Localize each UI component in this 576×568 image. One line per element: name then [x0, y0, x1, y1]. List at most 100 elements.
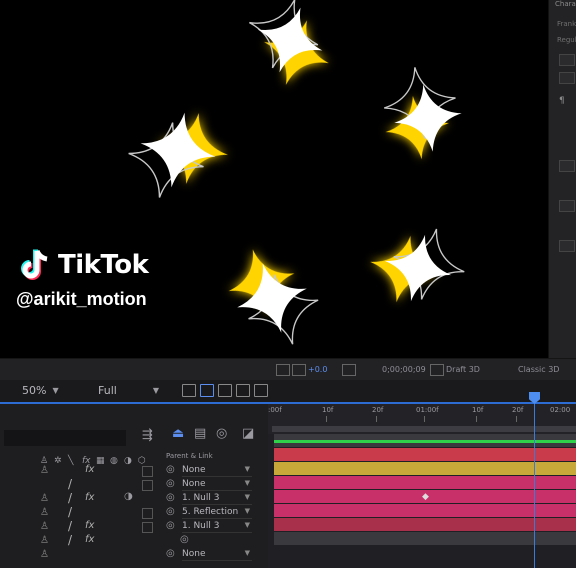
3d-layer-switch[interactable] — [142, 480, 153, 491]
shy-icon[interactable]: ♙ — [40, 507, 49, 518]
adjust-exposure-icon[interactable] — [292, 364, 306, 376]
font-family-field[interactable]: Frankl — [557, 20, 576, 28]
timeline-search-input[interactable] — [4, 430, 126, 446]
playhead-line — [534, 404, 535, 568]
time-ruler[interactable]: :00f 10f 20f 01:00f 10f 20f 02:00 — [268, 404, 576, 434]
exposure-value[interactable]: +0.0 — [308, 365, 327, 374]
flowchart-icon[interactable]: ⇶ — [142, 428, 153, 443]
pick-whip-icon[interactable]: ◎ — [180, 534, 189, 545]
fast-previews-icon[interactable] — [430, 364, 444, 376]
parent-dropdown[interactable]: None ▼ — [182, 465, 252, 477]
layer-row[interactable]: ♙ / ◎ 5. Reflection ▼ — [0, 505, 268, 520]
renderer-select[interactable]: Classic 3D — [518, 365, 559, 374]
layer-row[interactable]: ♙ / fx ◑ ◎ 1. Null 3 ▼ — [0, 491, 268, 506]
tiktok-handle: @arikit_motion — [16, 289, 147, 309]
pick-whip-icon[interactable]: ◎ — [166, 520, 175, 531]
current-timecode[interactable]: 0;00;00;09 — [382, 365, 426, 374]
magnification-dropdown[interactable]: 50% ▼ — [22, 382, 59, 398]
resolution-dropdown[interactable]: Full ▼ — [98, 382, 159, 398]
effects-switch[interactable]: fx — [85, 534, 94, 545]
keyframe-icon[interactable]: ◆ — [422, 492, 429, 502]
3d-layer-switch[interactable] — [142, 508, 153, 519]
work-area-bar[interactable] — [272, 426, 576, 432]
ruler-tick-label: 01:00f — [416, 406, 439, 414]
timeline-panel: ⇶ ⏏ ▤ ◎ ◪ ♙ ✲ ╲ fx ▦ ◍ ◑ ⬡ Parent & Link… — [0, 392, 576, 568]
sparkle-star-2 — [121, 105, 235, 205]
parent-value: None — [182, 465, 206, 475]
grid-guides-icon[interactable] — [236, 384, 250, 397]
draft-3d-toggle[interactable]: Draft 3D — [446, 365, 480, 374]
layer-bar[interactable] — [274, 504, 576, 517]
quality-switch[interactable]: / — [68, 519, 72, 533]
effects-switch[interactable]: fx — [85, 492, 94, 503]
quality-switch[interactable]: / — [68, 491, 72, 505]
composition-viewer[interactable]: TikTok @arikit_motion — [0, 0, 548, 358]
chevron-down-icon: ▼ — [52, 385, 59, 395]
snapshot-camera-icon[interactable] — [342, 364, 356, 376]
chevron-down-icon: ▼ — [244, 465, 250, 473]
leading-box[interactable] — [559, 72, 575, 84]
3d-layer-switch[interactable] — [142, 466, 153, 477]
layer-row[interactable]: ♙ fx ◎ None ▼ — [0, 464, 268, 478]
pick-whip-icon[interactable]: ◎ — [166, 548, 175, 559]
3d-layer-switch[interactable] — [142, 522, 153, 533]
layer-row[interactable]: ♙ / fx ◎ 1. Null 3 ▼ — [0, 519, 268, 534]
timeline-tracks[interactable]: :00f 10f 20f 01:00f 10f 20f 02:00 ◆ — [268, 392, 576, 568]
motion-blur-icon[interactable]: ◎ — [216, 426, 227, 441]
font-style-field[interactable]: Regular — [557, 36, 576, 44]
chevron-down-icon: ▼ — [152, 385, 159, 395]
color-wheel-icon[interactable] — [276, 364, 290, 376]
parent-dropdown[interactable]: None ▼ — [182, 479, 252, 491]
parent-value: 5. Reflection — [182, 507, 239, 517]
layer-row[interactable]: ♙ / fx ◎ — [0, 533, 268, 548]
scale-box[interactable] — [559, 240, 575, 252]
shy-icon[interactable]: ♙ — [40, 493, 49, 504]
layer-bar[interactable] — [274, 462, 576, 475]
region-of-interest-icon[interactable] — [182, 384, 196, 397]
layer-bar[interactable] — [274, 518, 576, 531]
pick-whip-icon[interactable]: ◎ — [166, 492, 175, 503]
shy-icon[interactable]: ♙ — [40, 549, 49, 560]
effects-switch[interactable]: fx — [85, 464, 94, 475]
viewer-footer-bar: +0.0 0;00;00;09 Draft 3D Classic 3D — [0, 358, 576, 381]
pick-whip-icon[interactable]: ◎ — [166, 506, 175, 517]
pick-whip-icon[interactable]: ◎ — [166, 464, 175, 475]
mask-visibility-icon[interactable] — [218, 384, 232, 397]
chevron-down-icon: ▼ — [244, 507, 250, 515]
sparkle-star-1 — [237, 0, 340, 96]
paragraph-icon[interactable]: ¶ — [559, 96, 565, 106]
channel-icon[interactable] — [254, 384, 268, 397]
quality-switch[interactable]: / — [68, 505, 72, 519]
parent-dropdown[interactable]: 1. Null 3 ▼ — [182, 493, 252, 505]
layer-bar[interactable] — [274, 532, 576, 545]
kerning-box[interactable] — [559, 200, 575, 212]
quality-switch[interactable]: / — [68, 533, 72, 547]
ruler-tick — [376, 416, 377, 422]
quality-switch[interactable]: / — [68, 477, 72, 491]
graph-editor-icon[interactable]: ◪ — [242, 426, 254, 441]
composition-canvas[interactable]: TikTok @arikit_motion — [0, 0, 548, 358]
shy-icon[interactable]: ♙ — [40, 521, 49, 532]
parent-value: None — [182, 549, 206, 559]
frame-blending-icon[interactable]: ▤ — [194, 426, 206, 441]
ruler-tick-label: 10f — [472, 406, 484, 414]
transparency-grid-icon[interactable] — [200, 384, 214, 397]
parent-dropdown[interactable]: 5. Reflection ▼ — [182, 507, 252, 519]
parent-dropdown[interactable]: None ▼ — [182, 549, 252, 561]
layer-row[interactable]: / ◎ None ▼ — [0, 477, 268, 492]
tracking-box[interactable] — [559, 160, 575, 172]
sparkle-star-5 — [363, 220, 473, 310]
parent-value: None — [182, 479, 206, 489]
shy-icon[interactable]: ♙ — [40, 465, 49, 476]
effects-switch[interactable]: fx — [85, 520, 94, 531]
pick-whip-icon[interactable]: ◎ — [166, 478, 175, 489]
shy-icon[interactable]: ♙ — [40, 535, 49, 546]
layer-bar[interactable] — [274, 476, 576, 489]
layer-bar[interactable] — [274, 448, 576, 461]
character-panel: Character Frankl Regular ¶ — [548, 0, 576, 380]
layer-row[interactable]: ♙ ◎ None ▼ — [0, 548, 268, 562]
comp-markers-icon[interactable]: ⏏ — [172, 426, 184, 441]
font-size-box[interactable] — [559, 54, 575, 66]
parent-dropdown[interactable]: 1. Null 3 ▼ — [182, 521, 252, 533]
adjustment-layer-icon[interactable]: ◑ — [124, 491, 133, 502]
